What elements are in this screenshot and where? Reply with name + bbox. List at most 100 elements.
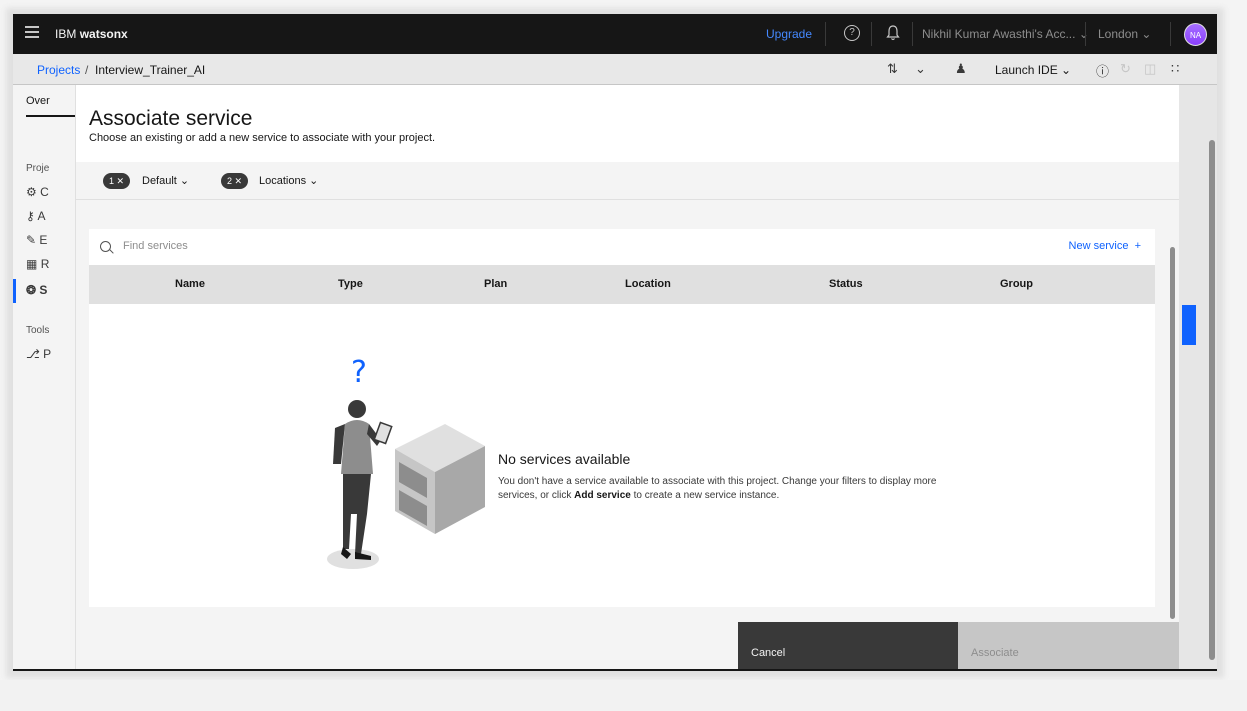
sidebar-item-label: P	[43, 347, 52, 361]
close-icon[interactable]: ✕	[235, 176, 243, 186]
filter-count: 1	[109, 176, 115, 186]
filter-dropdown-default[interactable]: Default ⌄	[142, 174, 189, 187]
header-divider	[912, 22, 913, 46]
sidebar-item-services[interactable]: ❂ S	[26, 283, 47, 297]
column-header-location[interactable]: Location	[625, 278, 671, 290]
breadcrumb-projects-link[interactable]: Projects	[37, 63, 80, 77]
modal-header: Associate service Choose an existing or …	[76, 85, 1179, 162]
breadcrumb: Projects / Interview_Trainer_AI ⇅ ⌄ ♟ La…	[13, 54, 1217, 85]
info-icon[interactable]: ⓘ	[1096, 61, 1109, 80]
add-service-emphasis: Add service	[574, 490, 631, 501]
chevron-down-icon: ⌄	[179, 175, 190, 187]
header-divider	[1170, 22, 1171, 46]
table-header: Name Type Plan Location Status Group	[89, 266, 1155, 304]
sidebar-item-label: C	[40, 185, 49, 199]
close-icon[interactable]: ✕	[117, 176, 125, 186]
breadcrumb-separator: /	[85, 63, 89, 77]
sidebar-item-access[interactable]: ⚷ A	[26, 209, 45, 223]
breadcrumb-current-project: Interview_Trainer_AI	[95, 63, 206, 77]
chevron-down-icon: ⌄	[309, 175, 319, 187]
new-service-button[interactable]: New service +	[1069, 240, 1141, 252]
column-header-name[interactable]: Name	[175, 278, 205, 290]
header-divider	[871, 22, 872, 46]
column-header-group[interactable]: Group	[1000, 278, 1033, 290]
region-label: London	[1098, 27, 1139, 41]
sidebar-item-label: E	[39, 233, 48, 247]
filter-chip-default[interactable]: 1 ✕	[103, 173, 131, 189]
gear-icon: ⚙	[26, 185, 37, 199]
primary-button-behind	[1182, 305, 1196, 345]
account-label: Nikhil Kumar Awasthi's Acc...	[922, 27, 1076, 41]
chart-icon: ▦	[26, 257, 38, 271]
associate-service-modal: Associate service Choose an existing or …	[76, 85, 1179, 669]
chevron-down-icon[interactable]: ⌄	[915, 61, 926, 77]
svg-text:?: ?	[351, 355, 367, 390]
flow-icon: ⎇	[26, 347, 40, 361]
nav-section-projects: Proje	[26, 163, 50, 174]
column-header-plan[interactable]: Plan	[484, 278, 507, 290]
page-scrollbar[interactable]	[1207, 122, 1217, 669]
new-service-label: New service	[1068, 240, 1129, 252]
empty-state-illustration: ?	[327, 355, 485, 569]
nav-section-tools: Tools	[26, 325, 50, 336]
app-window: IBM watsonx Upgrade ? Nikhil Kumar Awast…	[13, 14, 1217, 671]
manage-icon[interactable]: ∷	[1171, 61, 1179, 77]
notification-bell-icon[interactable]	[886, 25, 900, 41]
header-divider	[1085, 22, 1086, 46]
empty-state-text: to create a new service instance.	[630, 490, 780, 501]
column-header-status[interactable]: Status	[829, 278, 863, 290]
services-table-panel: New service + Name Type Plan Location St…	[89, 229, 1155, 607]
modal-title: Associate service	[89, 107, 253, 130]
sidebar-item-label: S	[39, 283, 48, 297]
services-icon: ❂	[26, 283, 37, 297]
account-switcher[interactable]: Nikhil Kumar Awasthi's Acc... ⌄	[922, 27, 1089, 41]
modal-scrollbar[interactable]	[1169, 229, 1177, 629]
launch-ide-button[interactable]: Launch IDE ⌄	[995, 63, 1071, 77]
sidebar-item-label: A	[37, 209, 46, 223]
brand-name: watsonx	[79, 27, 128, 41]
modal-scrollbar-thumb[interactable]	[1170, 247, 1175, 619]
active-indicator	[13, 279, 16, 303]
launch-ide-label: Launch IDE	[995, 63, 1058, 77]
sidebar-item-environments[interactable]: ✎ E	[26, 233, 47, 247]
modal-subtitle: Choose an existing or add a new service …	[89, 132, 436, 144]
filter-chip-locations[interactable]: 2 ✕	[221, 173, 249, 189]
sidebar-item-general[interactable]: ⚙ C	[26, 185, 49, 199]
brand-logo[interactable]: IBM watsonx	[55, 27, 128, 41]
help-icon[interactable]: ?	[844, 25, 860, 41]
user-avatar[interactable]: NA	[1184, 23, 1207, 46]
chat-icon[interactable]: ◫	[1144, 61, 1156, 77]
column-header-type[interactable]: Type	[338, 278, 363, 290]
region-switcher[interactable]: London ⌄	[1098, 27, 1151, 41]
top-header: IBM watsonx Upgrade ? Nikhil Kumar Awast…	[13, 14, 1217, 54]
filter-label: Default	[142, 175, 177, 187]
key-icon: ⚷	[26, 209, 35, 223]
header-divider	[825, 22, 826, 46]
hamburger-menu-icon[interactable]	[25, 26, 39, 40]
brand-prefix: IBM	[55, 27, 77, 41]
history-icon[interactable]: ↻	[1120, 61, 1131, 77]
search-input[interactable]	[123, 240, 723, 252]
filter-dropdown-locations[interactable]: Locations ⌄	[259, 174, 318, 187]
page-scrollbar-thumb[interactable]	[1209, 140, 1215, 660]
filter-label: Locations	[259, 175, 307, 187]
chevron-down-icon: ⌄	[1141, 27, 1152, 41]
upgrade-link[interactable]: Upgrade	[766, 27, 812, 41]
filter-bar: 1 ✕ Default ⌄ 2 ✕ Locations ⌄	[76, 162, 1179, 200]
search-icon	[100, 241, 111, 252]
cancel-button[interactable]: Cancel	[738, 622, 958, 669]
modal-footer: Cancel Associate	[76, 622, 1179, 669]
page-bottom-band	[0, 680, 1247, 711]
search-row: New service +	[89, 229, 1155, 266]
add-collaborator-icon[interactable]: ♟	[955, 61, 967, 77]
import-export-icon[interactable]: ⇅	[887, 61, 898, 77]
tab-overview[interactable]: Over	[26, 95, 75, 117]
chevron-down-icon: ⌄	[1078, 27, 1089, 41]
project-side-nav: Over Proje ⚙ C ⚷ A ✎ E ▦ R ❂ S Tools ⎇ P	[13, 85, 76, 669]
sidebar-item-pipelines[interactable]: ⎇ P	[26, 347, 51, 361]
filter-count: 2	[227, 176, 233, 186]
sidebar-item-resources[interactable]: ▦ R	[26, 257, 49, 271]
sidebar-item-label: R	[40, 257, 50, 271]
empty-state-title: No services available	[498, 451, 631, 467]
associate-button[interactable]: Associate	[958, 622, 1179, 669]
